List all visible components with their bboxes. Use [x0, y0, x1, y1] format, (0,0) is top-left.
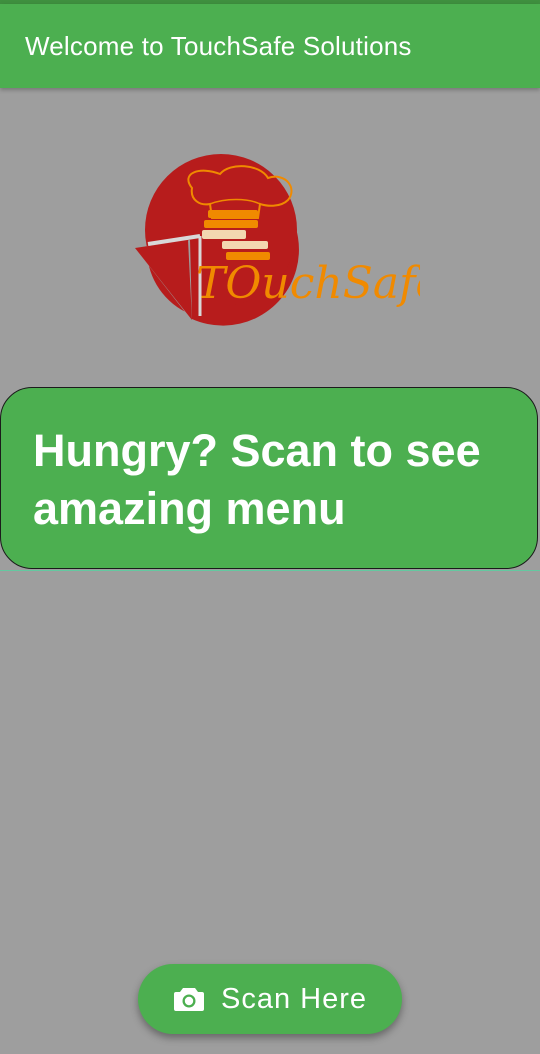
scan-here-button[interactable]: Scan Here	[138, 964, 402, 1034]
promo-card: Hungry? Scan to see amazing menu	[0, 387, 538, 569]
promo-text: Hungry? Scan to see amazing menu	[33, 425, 481, 534]
app-bar: Welcome to TouchSafe Solutions	[0, 4, 540, 88]
divider	[0, 570, 540, 571]
logo-wordmark: TOuchSafe	[196, 258, 420, 309]
touchsafe-logo: TOuchSafe	[135, 154, 420, 326]
scan-button-label: Scan Here	[220, 982, 367, 1015]
camera-icon	[173, 988, 204, 1011]
app-screen: Welcome to TouchSafe Solutions TOuchSafe…	[0, 0, 540, 1054]
app-bar-title: Welcome to TouchSafe Solutions	[25, 30, 412, 61]
